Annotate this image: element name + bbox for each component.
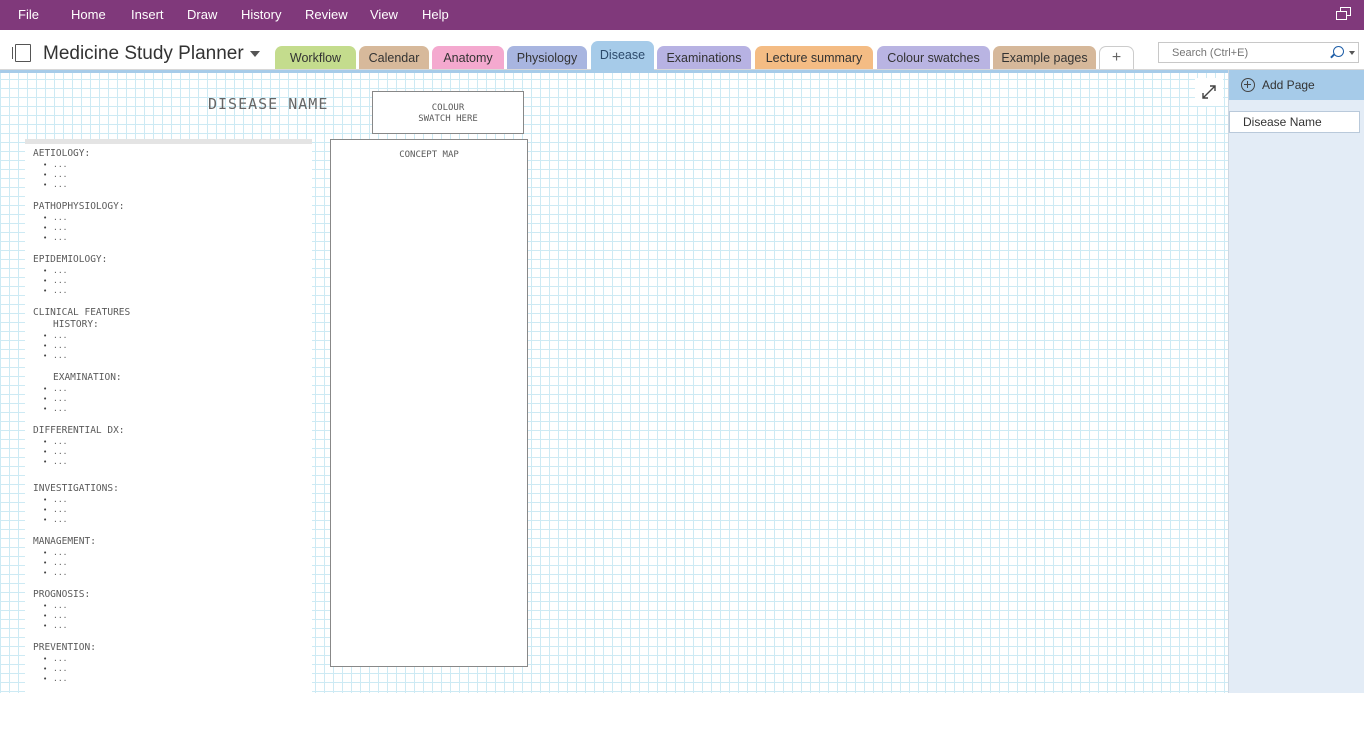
- list-item[interactable]: ...: [43, 180, 308, 190]
- tab-workflow[interactable]: Workflow: [275, 46, 356, 69]
- tab-disease[interactable]: Disease: [591, 41, 654, 70]
- list-item[interactable]: ...: [43, 664, 308, 674]
- section-pathophysiology: PATHOPHYSIOLOGY: ... ... ...: [33, 201, 308, 243]
- search-icon[interactable]: [1333, 46, 1344, 57]
- list-item[interactable]: ...: [43, 223, 308, 233]
- list-item[interactable]: ...: [43, 233, 308, 243]
- note-container[interactable]: AETIOLOGY: ... ... ... PATHOPHYSIOLOGY: …: [25, 139, 312, 741]
- page-list-panel: Add Page Disease Name: [1228, 70, 1364, 693]
- add-page-label: Add Page: [1262, 78, 1315, 92]
- section-heading[interactable]: MANAGEMENT:: [33, 536, 308, 548]
- list-item[interactable]: ...: [43, 170, 308, 180]
- list-item[interactable]: ...: [43, 266, 308, 276]
- notebook-header: Medicine Study Planner Workflow Calendar…: [0, 30, 1364, 70]
- list-item[interactable]: ...: [43, 558, 308, 568]
- list-item[interactable]: ...: [43, 548, 308, 558]
- disease-outline: AETIOLOGY: ... ... ... PATHOPHYSIOLOGY: …: [33, 148, 308, 695]
- tab-calendar[interactable]: Calendar: [359, 46, 429, 69]
- full-page-view-button[interactable]: [1195, 78, 1223, 106]
- menu-review[interactable]: Review: [305, 7, 348, 22]
- list-item[interactable]: ...: [43, 674, 308, 684]
- menu-insert[interactable]: Insert: [131, 7, 164, 22]
- menu-view[interactable]: View: [370, 7, 398, 22]
- list-item[interactable]: ...: [43, 654, 308, 664]
- notebook-title[interactable]: Medicine Study Planner: [43, 43, 244, 65]
- subsection-heading[interactable]: EXAMINATION:: [33, 372, 308, 384]
- tab-example-pages[interactable]: Example pages: [993, 46, 1096, 69]
- list-item[interactable]: ...: [43, 611, 308, 621]
- section-clinical-features: CLINICAL FEATURES HISTORY: ... ... ...: [33, 307, 308, 361]
- list-item[interactable]: ...: [43, 437, 308, 447]
- section-heading[interactable]: EPIDEMIOLOGY:: [33, 254, 308, 266]
- list-item[interactable]: ...: [43, 213, 308, 223]
- list-item[interactable]: ...: [43, 601, 308, 611]
- list-item[interactable]: ...: [43, 276, 308, 286]
- add-section-button[interactable]: +: [1099, 46, 1134, 69]
- search-scope-chevron-icon[interactable]: [1349, 51, 1355, 55]
- add-page-button[interactable]: Add Page: [1229, 70, 1364, 100]
- container-drag-handle[interactable]: [25, 139, 312, 144]
- search-box[interactable]: [1158, 42, 1359, 63]
- tab-lecture-summary[interactable]: Lecture summary: [755, 46, 873, 69]
- add-circle-icon: [1241, 78, 1255, 92]
- window-switch-icon[interactable]: [1336, 7, 1352, 21]
- notebook-icon[interactable]: [12, 44, 34, 62]
- section-differential-dx: DIFFERENTIAL DX: ... ... ...: [33, 425, 308, 467]
- section-color-strip: [0, 70, 1228, 73]
- tab-colour-swatches[interactable]: Colour swatches: [877, 46, 990, 69]
- section-epidemiology: EPIDEMIOLOGY: ... ... ...: [33, 254, 308, 296]
- list-item[interactable]: ...: [43, 394, 308, 404]
- section-heading[interactable]: DIFFERENTIAL DX:: [33, 425, 308, 437]
- list-item[interactable]: ...: [43, 331, 308, 341]
- chevron-down-icon[interactable]: [250, 51, 260, 57]
- section-heading[interactable]: INVESTIGATIONS:: [33, 483, 308, 495]
- colour-swatch-box[interactable]: COLOUR SWATCH HERE: [372, 91, 524, 134]
- section-aetiology: AETIOLOGY: ... ... ...: [33, 148, 308, 190]
- section-prevention: PREVENTION: ... ... ...: [33, 642, 308, 684]
- list-item[interactable]: ...: [43, 404, 308, 414]
- section-examination: EXAMINATION: ... ... ...: [33, 372, 308, 414]
- list-item[interactable]: ...: [43, 515, 308, 525]
- menu-home[interactable]: Home: [71, 7, 106, 22]
- section-heading[interactable]: PREVENTION:: [33, 642, 308, 654]
- list-item[interactable]: ...: [43, 621, 308, 631]
- list-item[interactable]: ...: [43, 351, 308, 361]
- list-item[interactable]: ...: [43, 457, 308, 467]
- concept-map-label: CONCEPT MAP: [399, 150, 459, 160]
- section-prognosis: PROGNOSIS: ... ... ...: [33, 589, 308, 631]
- swatch-label-line1: COLOUR: [431, 103, 465, 113]
- page-canvas[interactable]: DISEASE NAME COLOUR SWATCH HERE AETIOLOG…: [0, 70, 1228, 741]
- menu-draw[interactable]: Draw: [187, 7, 217, 22]
- menu-history[interactable]: History: [241, 7, 281, 22]
- page-title[interactable]: DISEASE NAME: [208, 95, 328, 113]
- menu-help[interactable]: Help: [422, 7, 449, 22]
- section-heading[interactable]: CLINICAL FEATURES: [33, 307, 308, 319]
- list-item[interactable]: ...: [43, 495, 308, 505]
- section-heading[interactable]: AETIOLOGY:: [33, 148, 308, 160]
- expand-icon: [1202, 85, 1216, 99]
- list-item[interactable]: ...: [43, 341, 308, 351]
- concept-map-box[interactable]: CONCEPT MAP: [330, 139, 528, 667]
- tab-examinations[interactable]: Examinations: [657, 46, 751, 69]
- subsection-heading[interactable]: HISTORY:: [33, 319, 308, 331]
- list-item[interactable]: ...: [43, 568, 308, 578]
- tab-anatomy[interactable]: Anatomy: [432, 46, 504, 69]
- menu-bar: File Home Insert Draw History Review Vie…: [0, 0, 1364, 30]
- page-item-disease-name[interactable]: Disease Name: [1229, 111, 1360, 133]
- section-heading[interactable]: PATHOPHYSIOLOGY:: [33, 201, 308, 213]
- swatch-label-line2: SWATCH HERE: [418, 114, 478, 124]
- list-item[interactable]: ...: [43, 160, 308, 170]
- section-investigations: INVESTIGATIONS: ... ... ...: [33, 483, 308, 525]
- search-input[interactable]: [1159, 43, 1329, 62]
- menu-file[interactable]: File: [18, 7, 39, 22]
- tab-physiology[interactable]: Physiology: [507, 46, 587, 69]
- section-management: MANAGEMENT: ... ... ...: [33, 536, 308, 578]
- list-item[interactable]: ...: [43, 286, 308, 296]
- list-item[interactable]: ...: [43, 447, 308, 457]
- list-item[interactable]: ...: [43, 505, 308, 515]
- list-item[interactable]: ...: [43, 384, 308, 394]
- section-heading[interactable]: PROGNOSIS:: [33, 589, 308, 601]
